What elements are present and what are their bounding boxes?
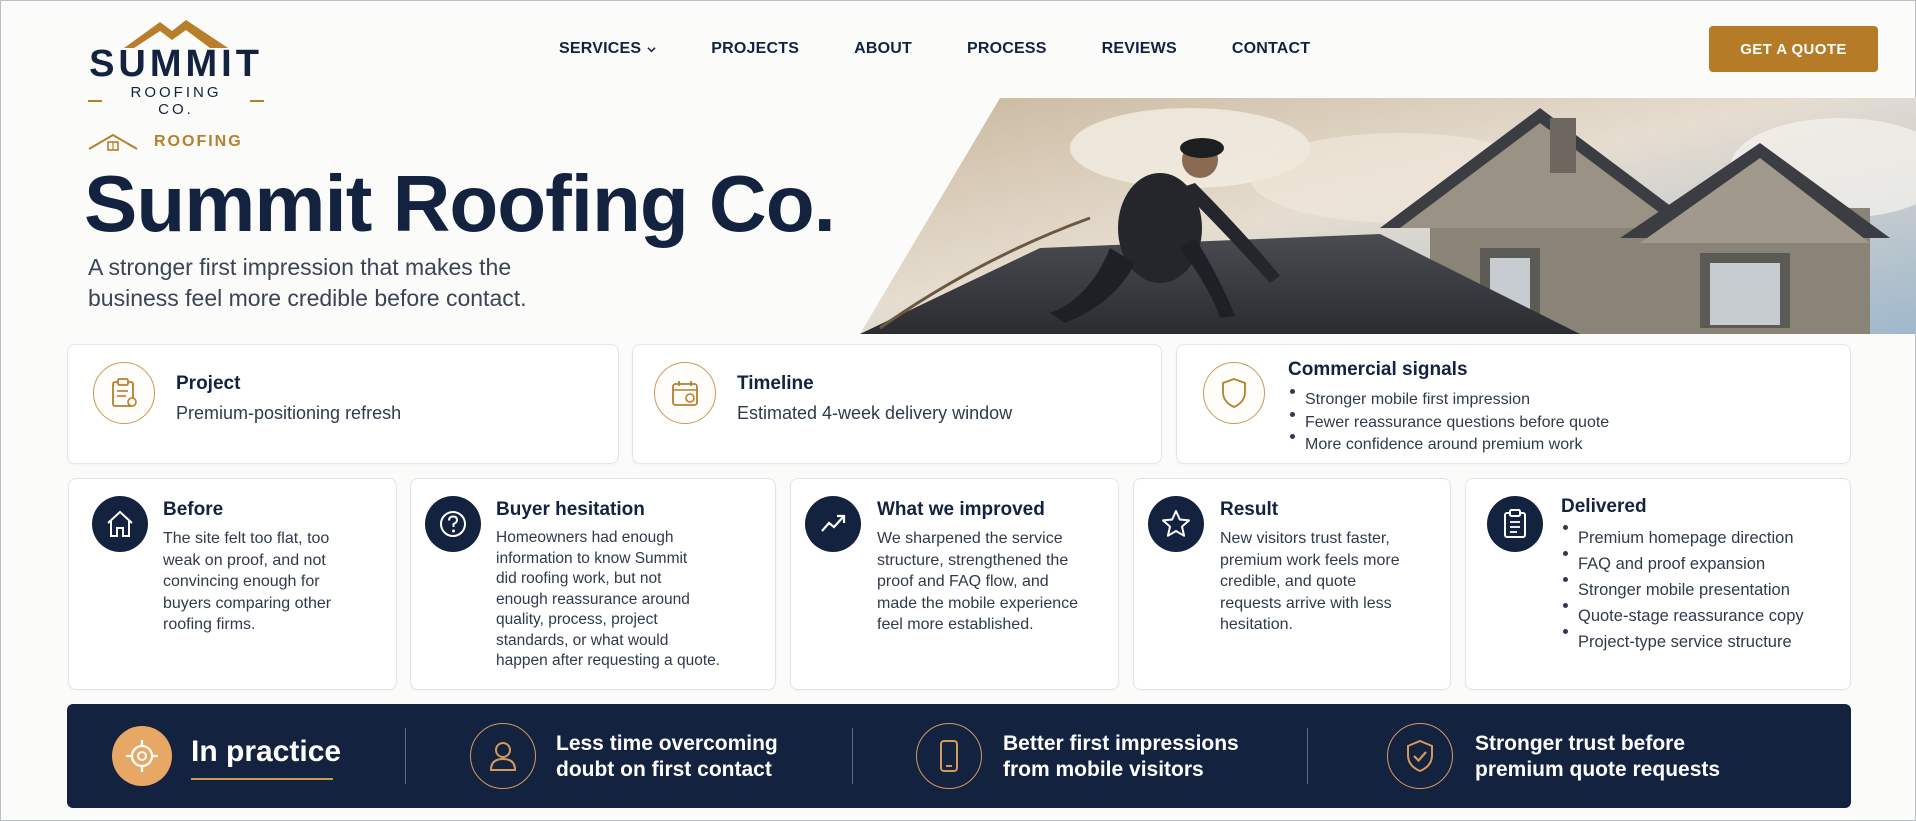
calendar-icon [654, 362, 716, 424]
improved-title: What we improved [877, 499, 1045, 520]
main-nav: SERVICES PROJECTS ABOUT PROCESS REVIEWS … [559, 40, 1310, 58]
project-title: Project [176, 373, 241, 394]
delivered-title: Delivered [1561, 496, 1647, 517]
target-icon [112, 726, 172, 786]
list-item: Premium homepage direction [1561, 525, 1804, 551]
divider [405, 728, 406, 784]
result-card: Result New visitors trust faster, premium… [1133, 478, 1451, 690]
result-text: New visitors trust faster, premium work f… [1220, 530, 1400, 633]
roofer-on-roof-photo [860, 98, 1916, 334]
divider [852, 728, 853, 784]
house-icon [92, 496, 148, 552]
shield-check-icon [1387, 723, 1453, 789]
mobile-icon [916, 723, 982, 789]
list-item: Stronger mobile first impression [1288, 389, 1609, 412]
list-item: Quote-stage reassurance copy [1561, 603, 1804, 629]
buyer-hesitation-card: Buyer hesitation Homeowners had enough in… [410, 478, 776, 690]
logo-subtitle: ROOFING CO. [88, 84, 264, 118]
nav-reviews[interactable]: REVIEWS [1102, 40, 1177, 58]
shield-icon [1203, 362, 1265, 424]
user-icon [470, 723, 536, 789]
nav-about[interactable]: ABOUT [854, 40, 912, 58]
roof-icon [88, 133, 138, 151]
improved-text: We sharpened the service structure, stren… [877, 530, 1079, 633]
hero-title: Summit Roofing Co. [84, 159, 836, 248]
list-item: Fewer reassurance questions before quote [1288, 411, 1609, 435]
project-text: Premium-positioning refresh [176, 403, 402, 423]
divider [1307, 728, 1308, 784]
before-text: The site felt too flat, too weak on proof… [163, 530, 332, 633]
logo-wordmark: SUMMIT [89, 43, 263, 85]
project-card: Project Premium-positioning refresh [67, 344, 619, 464]
delivered-list: Premium homepage direction FAQ and proof… [1561, 525, 1804, 655]
signals-list: Stronger mobile first impression Fewer r… [1288, 389, 1609, 457]
in-practice-heading: In practice [191, 735, 342, 768]
question-icon [425, 496, 481, 552]
band-item-text: Better first impressions from mobile visi… [1003, 732, 1239, 781]
timeline-text: Estimated 4-week delivery window [737, 403, 1013, 423]
commercial-signals-card: Commercial signals Stronger mobile first… [1176, 344, 1851, 464]
what-we-improved-card: What we improved We sharpened the servic… [790, 478, 1119, 690]
before-card: Before The site felt too flat, too weak o… [68, 478, 397, 690]
hero-eyebrow: ROOFING [88, 133, 243, 151]
chevron-down-icon [647, 46, 656, 52]
result-title: Result [1220, 499, 1279, 520]
nav-projects[interactable]: PROJECTS [711, 40, 799, 58]
clipboard-icon [93, 362, 155, 424]
logo[interactable]: SUMMIT ROOFING CO. [88, 18, 264, 118]
checklist-icon [1487, 496, 1543, 552]
band-item-text: Less time overcoming doubt on first conta… [556, 732, 778, 781]
nav-contact[interactable]: CONTACT [1232, 40, 1310, 58]
signals-title: Commercial signals [1288, 359, 1468, 380]
star-icon [1148, 496, 1204, 552]
before-title: Before [163, 499, 224, 520]
timeline-card: Timeline Estimated 4-week delivery windo… [632, 344, 1162, 464]
get-a-quote-button[interactable]: GET A QUOTE [1709, 26, 1878, 72]
list-item: FAQ and proof expansion [1561, 551, 1804, 577]
timeline-title: Timeline [737, 373, 814, 394]
heading-underline [191, 778, 333, 780]
list-item: Stronger mobile presentation [1561, 577, 1804, 603]
nav-process[interactable]: PROCESS [967, 40, 1047, 58]
list-item: Project-type service structure [1561, 629, 1804, 655]
hero-subtitle: A stronger first impression that makes t… [88, 254, 527, 311]
hesitation-title: Buyer hesitation [496, 499, 645, 520]
delivered-card: Delivered Premium homepage direction FAQ… [1465, 478, 1851, 690]
eyebrow-label: ROOFING [154, 133, 243, 150]
nav-services[interactable]: SERVICES [559, 40, 656, 58]
in-practice-band: In practice Less time overcoming doubt on… [67, 704, 1851, 808]
list-item: More confidence around premium work [1288, 434, 1609, 457]
band-item-text: Stronger trust before premium quote reque… [1475, 732, 1721, 781]
hesitation-text: Homeowners had enough information to know… [496, 529, 721, 669]
trend-up-icon [805, 496, 861, 552]
